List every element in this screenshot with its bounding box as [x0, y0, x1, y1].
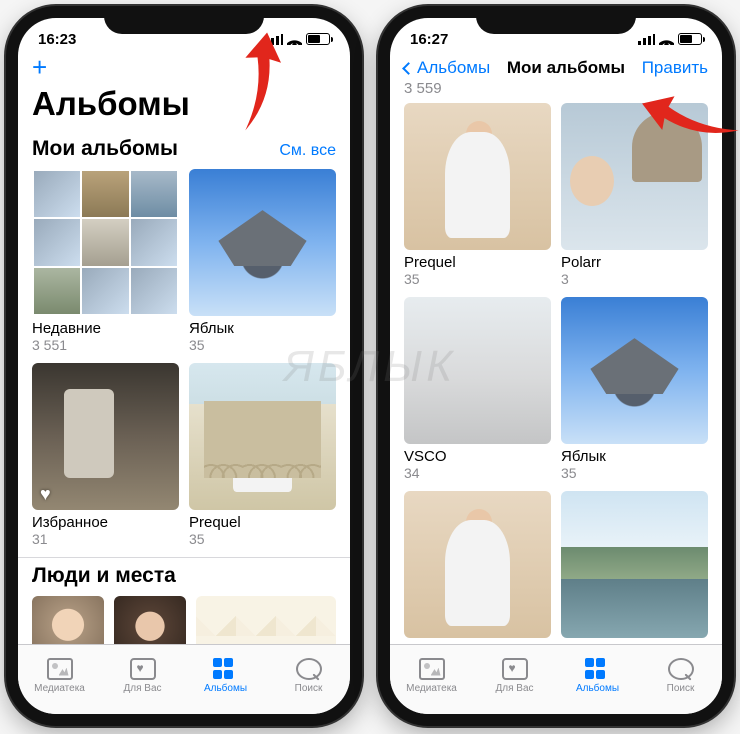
tab-label: Для Вас [495, 683, 533, 694]
album-name: Prequel [189, 514, 336, 531]
page-title: Альбомы [18, 85, 350, 131]
album-recents[interactable]: Недавние 3 551 [32, 169, 179, 353]
tab-bar: Медиатека Для Вас Альбомы Поиск [18, 644, 350, 714]
places-map-thumb[interactable] [196, 596, 336, 644]
album-name: Prequel [404, 254, 551, 271]
section-title: Мои альбомы [32, 137, 178, 161]
album-count: 3 [561, 271, 708, 287]
tab-label: Медиатека [34, 683, 85, 694]
album-name: Polarr [561, 254, 708, 271]
tab-label: Медиатека [406, 683, 457, 694]
tab-albums[interactable]: Альбомы [556, 645, 639, 700]
people-places-row [18, 596, 350, 644]
notch [476, 6, 636, 34]
album-prequel[interactable]: Prequel 35 [189, 363, 336, 547]
battery-icon [306, 33, 330, 45]
album-thumb [32, 169, 179, 316]
tab-for-you[interactable]: Для Вас [473, 645, 556, 700]
content: Мои альбомы См. все Недавние 3 551 Яблык… [18, 131, 350, 644]
album-prequel[interactable]: Prequel 35 [404, 103, 551, 287]
library-icon [419, 658, 445, 680]
search-icon [296, 658, 322, 680]
tab-label: Альбомы [204, 683, 247, 694]
album-thumb [561, 491, 708, 638]
albums-grid: Prequel 35 Polarr 3 VSCO 34 Яблык 35 [390, 103, 722, 644]
album-thumb [561, 297, 708, 444]
album-name: Яблык [189, 320, 336, 337]
status-time: 16:27 [410, 31, 448, 48]
for-you-icon [502, 658, 528, 680]
see-all-link[interactable]: См. все [279, 142, 336, 160]
back-label: Альбомы [417, 58, 490, 78]
tab-library[interactable]: Медиатека [18, 645, 101, 700]
add-button[interactable]: + [32, 52, 47, 82]
battery-icon [678, 33, 702, 45]
person-thumb[interactable] [32, 596, 104, 644]
status-icons [638, 33, 702, 45]
album-name: Яблык [561, 448, 708, 465]
search-icon [668, 658, 694, 680]
section-title: Люди и места [32, 564, 176, 588]
album-vsco[interactable]: VSCO 34 [404, 297, 551, 481]
tab-search[interactable]: Поиск [639, 645, 722, 700]
phone-left: 16:23 + Альбомы Мои альбомы См. все [6, 6, 362, 726]
album-name: Недавние [32, 320, 179, 337]
tab-library[interactable]: Медиатека [390, 645, 473, 700]
album-count: 35 [189, 531, 336, 547]
album-thumb [189, 363, 336, 510]
status-time: 16:23 [38, 31, 76, 48]
album-thumb [404, 491, 551, 638]
toolbar: + [18, 54, 350, 85]
album-name: Избранное [32, 514, 179, 531]
heart-icon [40, 484, 58, 502]
tab-search[interactable]: Поиск [267, 645, 350, 700]
album-thumb [404, 297, 551, 444]
cellular-signal-icon [638, 34, 655, 45]
chevron-left-icon [402, 62, 415, 75]
album-yablyk[interactable]: Яблык 35 [561, 297, 708, 481]
tab-label: Для Вас [123, 683, 161, 694]
album-count: 35 [561, 465, 708, 481]
tab-albums[interactable]: Альбомы [184, 645, 267, 700]
tab-label: Поиск [295, 683, 323, 694]
for-you-icon [130, 658, 156, 680]
album-yablyk[interactable]: Яблык 35 [189, 169, 336, 353]
album-count: 35 [404, 271, 551, 287]
content: Prequel 35 Polarr 3 VSCO 34 Яблык 35 [390, 103, 722, 644]
albums-grid: Недавние 3 551 Яблык 35 Избранное 31 [18, 169, 350, 557]
album-thumb [189, 169, 336, 316]
album-count: 3 551 [32, 337, 179, 353]
album-favorites[interactable]: Избранное 31 [32, 363, 179, 547]
album-count: 35 [189, 337, 336, 353]
nav-bar: Альбомы Мои альбомы Править [390, 54, 722, 80]
album-instagram[interactable]: Instagram 9 [404, 491, 551, 644]
album-snapseed[interactable]: Snapseed 1 [561, 491, 708, 644]
person-thumb[interactable] [114, 596, 186, 644]
section-people-places: Люди и места [18, 557, 350, 596]
albums-icon [585, 658, 611, 680]
album-count: 31 [32, 531, 179, 547]
library-icon [47, 658, 73, 680]
album-thumb [32, 363, 179, 510]
screen-left: 16:23 + Альбомы Мои альбомы См. все [18, 18, 350, 714]
tab-for-you[interactable]: Для Вас [101, 645, 184, 700]
tab-label: Поиск [667, 683, 695, 694]
albums-icon [213, 658, 239, 680]
wifi-icon [659, 34, 674, 45]
nav-title: Мои альбомы [507, 58, 625, 78]
tab-bar: Медиатека Для Вас Альбомы Поиск [390, 644, 722, 714]
section-my-albums: Мои альбомы См. все [18, 131, 350, 169]
back-button[interactable]: Альбомы [404, 58, 490, 78]
tab-label: Альбомы [576, 683, 619, 694]
album-name: VSCO [404, 448, 551, 465]
album-count: 34 [404, 465, 551, 481]
album-thumb [404, 103, 551, 250]
